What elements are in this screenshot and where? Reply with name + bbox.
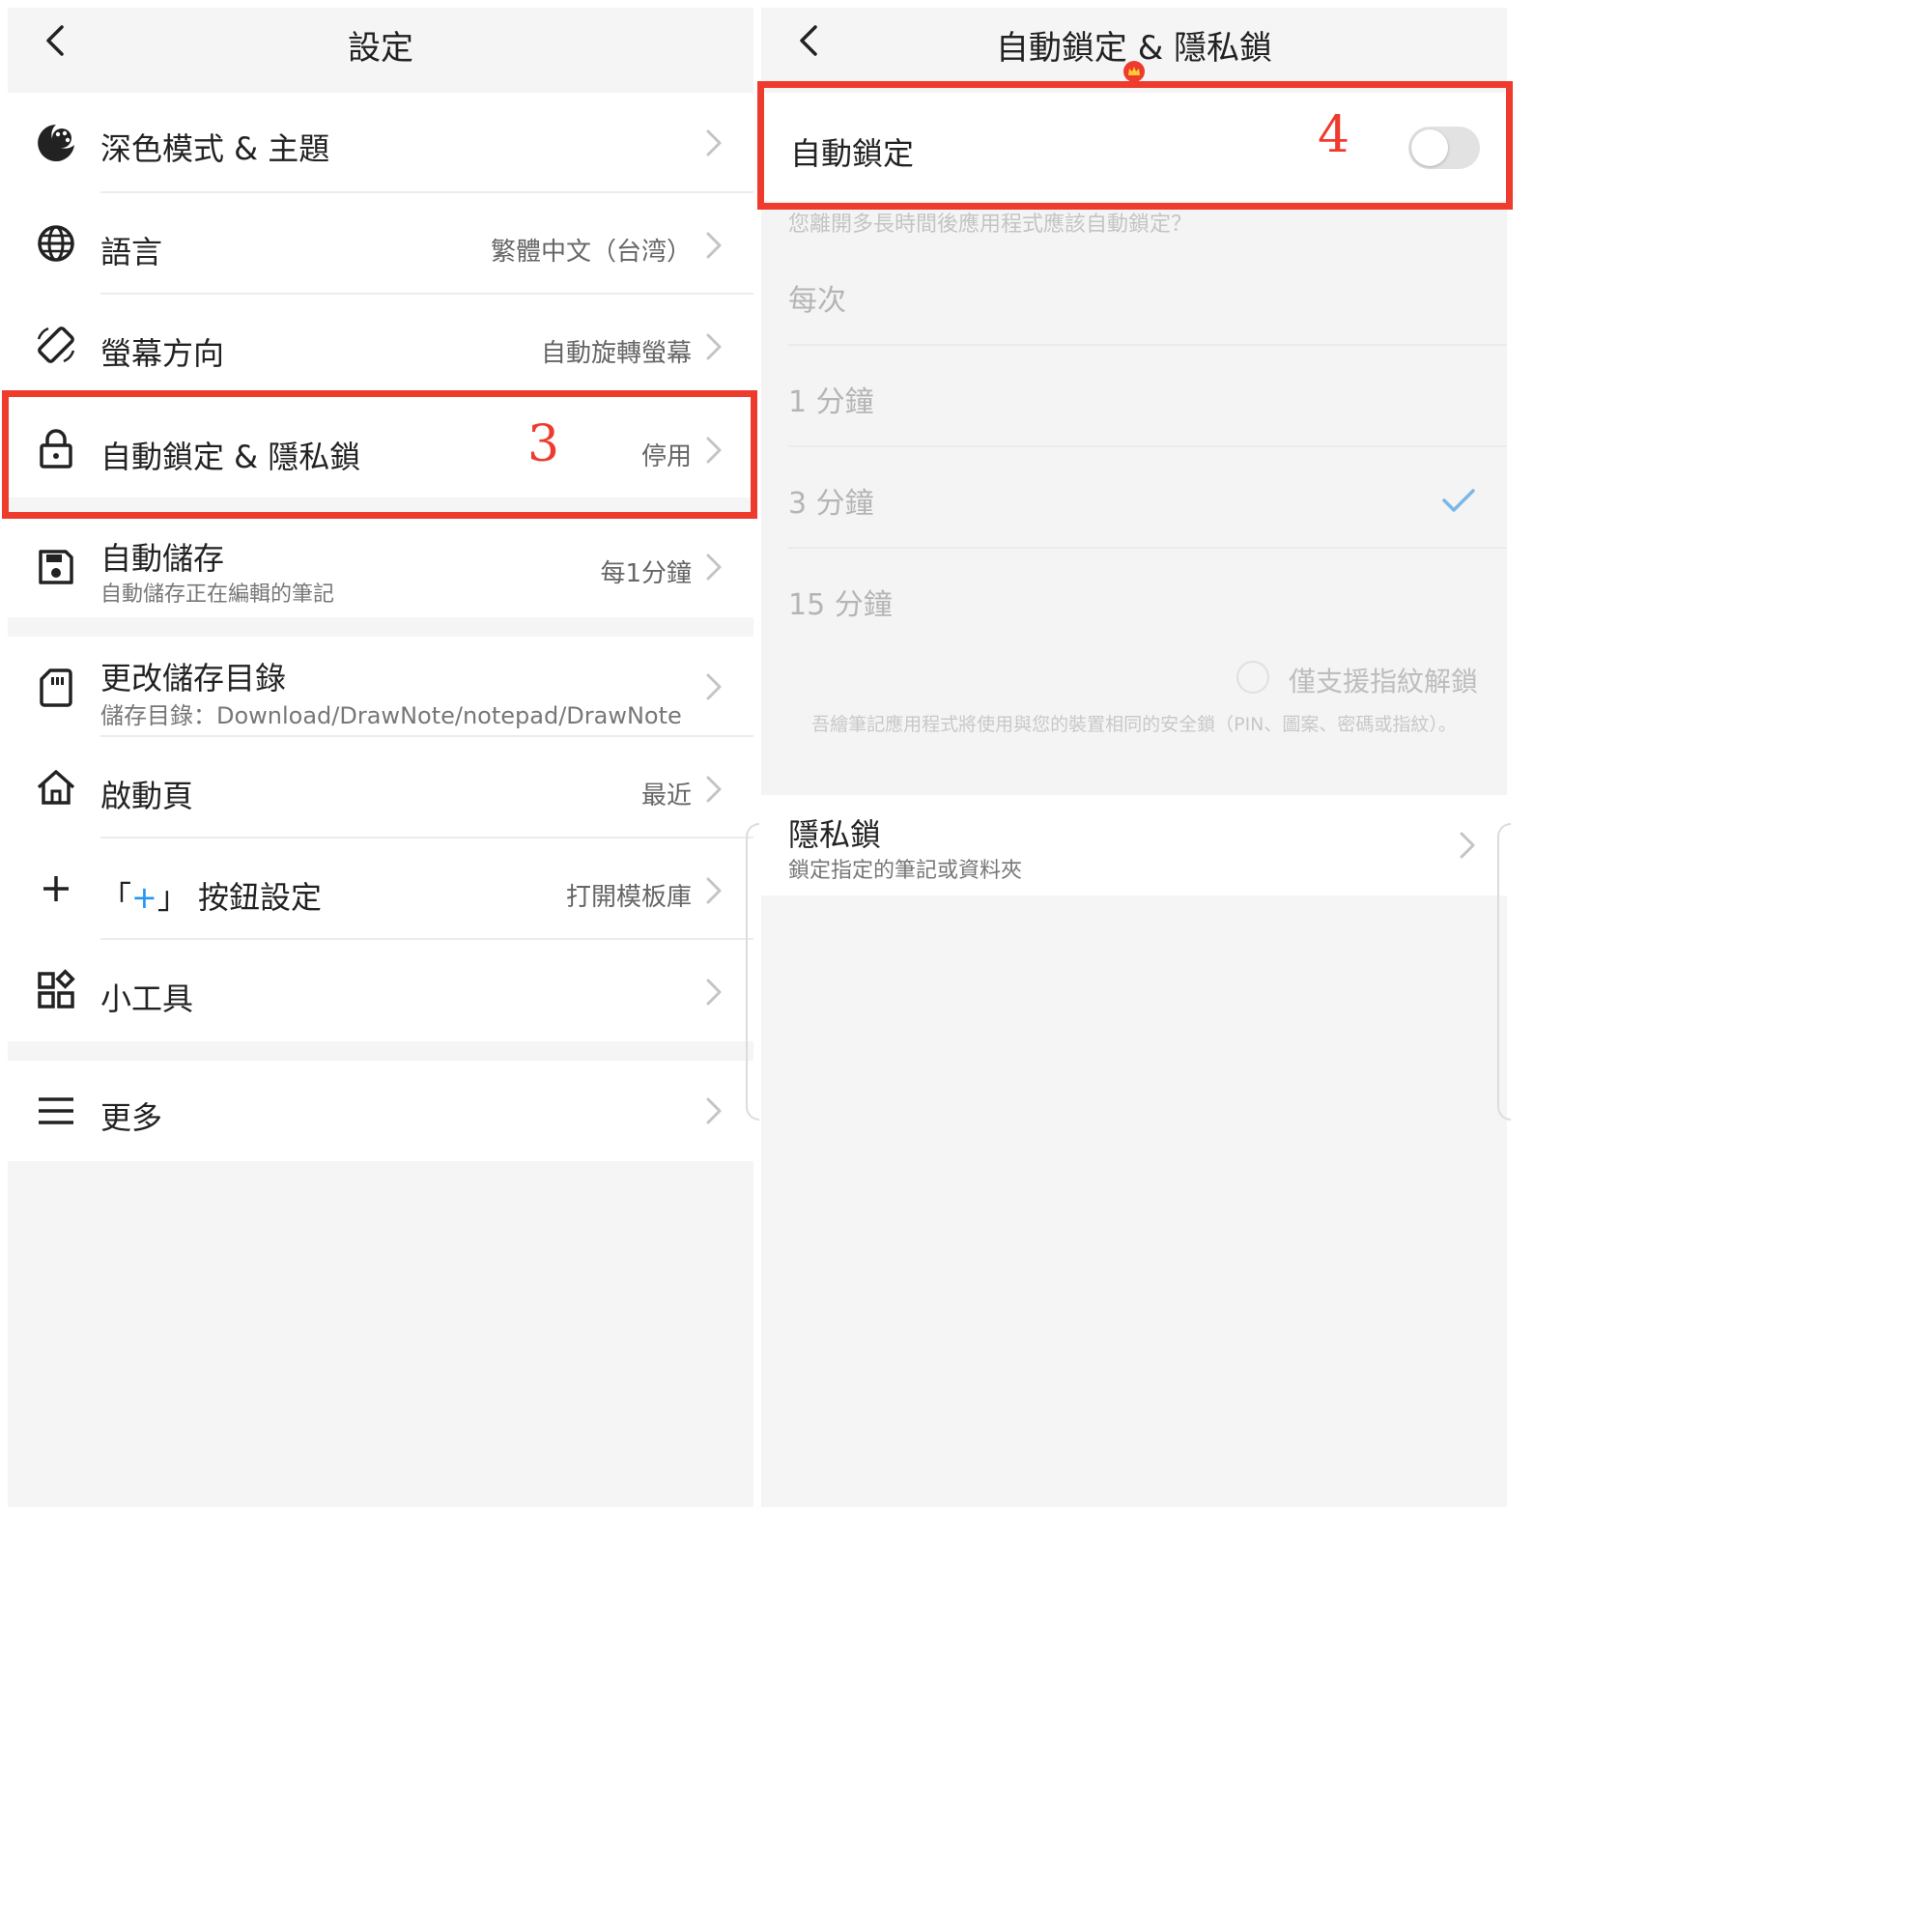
plus-symbol: + — [131, 879, 157, 916]
step-number-4: 4 — [1318, 106, 1350, 164]
chevron-right-icon — [703, 550, 724, 584]
option-1-minute[interactable]: 1 分鐘 — [788, 378, 874, 420]
globe-icon — [35, 222, 77, 265]
autolock-screen: 自動鎖定 & 隱私鎖 自動鎖定 您離開多長時間後應用程式應該自動鎖定？ 每次 1… — [761, 8, 1507, 1507]
settings-item-autosave[interactable]: 自動儲存 自動儲存正在編輯的筆記 每1分鐘 — [8, 517, 753, 617]
security-note: 吾繪筆記應用程式將使用與您的裝置相同的安全鎖（PIN、圖案、密碼或指紋）。 — [811, 714, 1457, 735]
settings-item-widgets[interactable]: 小工具 — [8, 940, 753, 1041]
autolock-toggle-row[interactable]: 自動鎖定 — [761, 93, 1507, 201]
settings-screen: 設定 深色模式 & 主題 語言 繁體中文（台湾） 螢幕方向 自動旋轉螢幕 自動鎖… — [8, 8, 753, 1507]
chevron-right-icon — [1457, 828, 1478, 863]
settings-item-value: 自動旋轉螢幕 — [540, 339, 692, 368]
settings-item-label: 更多 — [100, 1099, 163, 1136]
option-15-minutes[interactable]: 15 分鐘 — [788, 581, 893, 623]
chevron-right-icon — [703, 873, 724, 908]
checkmark-icon — [1439, 485, 1478, 516]
settings-item-value: 繁體中文（台湾） — [490, 238, 692, 267]
settings-item-label: 螢幕方向 — [100, 335, 225, 372]
settings-item-label: 語言 — [100, 234, 163, 270]
chevron-right-icon — [703, 228, 724, 263]
settings-item-label: 啟動頁 — [100, 778, 194, 814]
settings-item-label: 自動鎖定 & 隱私鎖 — [100, 439, 361, 475]
fingerprint-only-radio[interactable] — [1236, 661, 1269, 694]
divider — [788, 344, 1507, 346]
settings-item-value: 停用 — [640, 442, 692, 471]
settings-item-label: 深色模式 & 主題 — [100, 130, 330, 167]
chevron-right-icon — [703, 975, 724, 1009]
option-every-time[interactable]: 每次 — [788, 276, 846, 319]
settings-item-label: 小工具 — [100, 980, 194, 1017]
privacy-lock-subtitle: 鎖定指定的筆記或資料夾 — [788, 859, 1023, 883]
autolock-header: 自動鎖定 & 隱私鎖 — [761, 8, 1507, 93]
crown-badge-icon — [1123, 61, 1145, 82]
autolock-toggle-label: 自動鎖定 — [790, 135, 915, 172]
save-icon — [35, 546, 77, 588]
fingerprint-only-label: 僅支援指紋解鎖 — [1288, 666, 1478, 697]
chevron-right-icon — [703, 126, 724, 160]
divider — [788, 547, 1507, 549]
privacy-lock-row[interactable]: 隱私鎖 鎖定指定的筆記或資料夾 — [761, 795, 1507, 895]
chevron-right-icon — [703, 772, 724, 807]
chevron-right-icon — [703, 669, 724, 704]
option-3-minutes[interactable]: 3 分鐘 — [788, 479, 874, 522]
settings-item-language[interactable]: 語言 繁體中文（台湾） — [8, 193, 753, 295]
sd-card-icon — [35, 666, 77, 708]
settings-item-storage-directory[interactable]: 更改儲存目錄 儲存目錄：Download/DrawNote/notepad/Dr… — [8, 637, 753, 737]
home-icon — [35, 766, 77, 809]
settings-header: 設定 — [8, 8, 753, 93]
settings-item-value: 每1分鐘 — [600, 559, 692, 588]
chevron-right-icon — [703, 433, 724, 468]
autolock-options-section: 您離開多長時間後應用程式應該自動鎖定？ 每次 1 分鐘 3 分鐘 15 分鐘 僅… — [761, 201, 1507, 795]
settings-item-autolock[interactable]: 自動鎖定 & 隱私鎖 停用 — [8, 396, 753, 497]
privacy-lock-label: 隱私鎖 — [788, 816, 882, 853]
settings-item-start-page[interactable]: 啟動頁 最近 — [8, 737, 753, 838]
divider — [788, 445, 1507, 447]
menu-icon — [35, 1090, 77, 1132]
autolock-question: 您離開多長時間後應用程式應該自動鎖定？ — [788, 213, 1193, 237]
settings-item-value: 最近 — [640, 781, 692, 810]
settings-item-value: 打開模板庫 — [565, 883, 692, 912]
settings-item-more[interactable]: 更多 — [8, 1061, 753, 1161]
widgets-icon — [35, 969, 77, 1011]
scroll-edge-indicator — [1497, 823, 1511, 1121]
settings-item-label: 更改儲存目錄 — [100, 660, 287, 696]
settings-item-orientation[interactable]: 螢幕方向 自動旋轉螢幕 — [8, 295, 753, 396]
scroll-edge-indicator — [746, 823, 759, 1121]
step-number-3: 3 — [527, 415, 560, 473]
plus-icon — [35, 867, 77, 910]
page-title: 設定 — [348, 29, 413, 68]
settings-item-label: 自動儲存 — [100, 540, 225, 577]
settings-item-subtitle: 自動儲存正在編輯的筆記 — [100, 582, 335, 607]
palette-icon — [35, 122, 77, 164]
settings-item-label: 「+」 按鈕設定 — [100, 879, 323, 916]
settings-item-subtitle: 儲存目錄：Download/DrawNote/notepad/DrawNote — [100, 702, 682, 729]
lock-icon — [35, 427, 77, 469]
settings-item-plus-button[interactable]: 「+」 按鈕設定 打開模板庫 — [8, 838, 753, 940]
chevron-right-icon — [703, 329, 724, 364]
toggle-knob — [1411, 129, 1448, 166]
chevron-right-icon — [703, 1094, 724, 1128]
autolock-toggle[interactable] — [1408, 127, 1480, 169]
settings-item-theme[interactable]: 深色模式 & 主題 — [8, 93, 753, 193]
screen-rotation-icon — [35, 324, 77, 366]
